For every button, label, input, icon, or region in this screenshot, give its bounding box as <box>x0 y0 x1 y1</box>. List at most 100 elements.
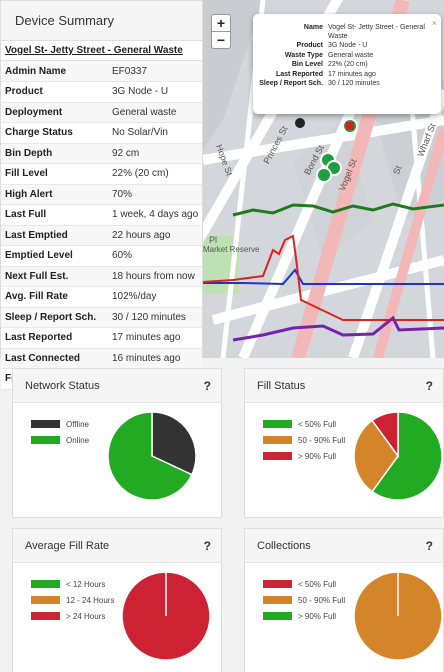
summary-row: Product 3G Node - U <box>1 81 202 103</box>
summary-row: High Alert 70% <box>1 184 202 205</box>
summary-row: Charge Status No Solar/Vin <box>1 122 202 144</box>
collections-legend: < 50% Full 50 - 90% Full > 90% Full <box>263 577 345 625</box>
popup-row: Sleep / Report Sch. 30 / 120 minutes <box>257 80 437 89</box>
popup-row-label: Bin Level <box>291 61 323 68</box>
summary-row: Last Emptied 22 hours ago <box>1 225 202 246</box>
summary-row-key: High Alert <box>1 184 109 205</box>
summary-row-value: 17 minutes ago <box>109 327 202 349</box>
summary-row-value: 22% (20 cm) <box>109 163 202 185</box>
legend-item[interactable]: < 50% Full <box>263 577 345 591</box>
summary-row: Fill Level 22% (20 cm) <box>1 163 202 185</box>
popup-row-value: 30 / 120 minutes <box>328 80 380 87</box>
summary-row-key: Admin Name <box>1 61 109 82</box>
device-name-link[interactable]: Vogel St- Jetty Street - General Waste <box>1 41 202 61</box>
summary-row-key: Avg. Fill Rate <box>1 286 109 308</box>
legend-item[interactable]: Offline <box>31 417 89 431</box>
map-label-market-reserve: Market Reserve <box>203 245 260 254</box>
summary-row-value: 70% <box>109 184 202 205</box>
summary-row-value: 16 minutes ago <box>109 348 202 369</box>
summary-row: Admin Name EF0337 <box>1 61 202 82</box>
summary-row: Sleep / Report Sch. 30 / 120 minutes <box>1 307 202 328</box>
summary-row-key: Product <box>1 81 109 103</box>
legend-item[interactable]: > 90% Full <box>263 609 345 623</box>
fill-status-legend: < 50% Full 50 - 90% Full > 90% Full <box>263 417 345 465</box>
average-fill-rate-card: Average Fill Rate? < 12 Hours 12 - 24 Hou… <box>12 528 222 672</box>
summary-row-key: Last Reported <box>1 327 109 349</box>
summary-row: Last Full 1 week, 4 days ago <box>1 204 202 226</box>
legend-item[interactable]: > 24 Hours <box>31 609 114 623</box>
legend-label: > 24 Hours <box>66 611 106 621</box>
legend-item[interactable]: 12 - 24 Hours <box>31 593 114 607</box>
popup-row-label: Waste Type <box>284 51 323 59</box>
average-fill-rate-legend: < 12 Hours 12 - 24 Hours > 24 Hours <box>31 577 114 625</box>
network-status-pie <box>107 411 197 501</box>
legend-swatch <box>263 436 292 444</box>
popup-row: Product 3G Node - U <box>257 42 437 51</box>
summary-row-value: 3G Node - U <box>109 81 202 103</box>
legend-label: > 90% Full <box>298 451 337 461</box>
summary-row-key: Bin Depth <box>1 143 109 164</box>
popup-row-value: 17 minutes ago <box>328 70 376 78</box>
summary-row-key: Emptied Level <box>1 245 109 267</box>
device-popup: × Name Vogel St- Jetty Street - General W… <box>253 14 441 114</box>
popup-row-label: Name <box>303 24 323 31</box>
legend-label: 12 - 24 Hours <box>66 595 115 605</box>
popup-row: Waste Type General waste <box>257 52 437 61</box>
legend-item[interactable]: < 50% Full <box>263 417 345 431</box>
fill-status-help-icon[interactable]: ? <box>426 369 433 403</box>
legend-label: > 90% Full <box>298 611 337 621</box>
legend-swatch <box>263 612 292 620</box>
legend-item[interactable]: > 90% Full <box>263 449 345 463</box>
legend-item[interactable]: 50 - 90% Full <box>263 593 345 607</box>
summary-row-value: 92 cm <box>109 143 202 164</box>
legend-swatch <box>263 580 292 588</box>
legend-item[interactable]: Online <box>31 433 89 447</box>
summary-row-value: EF0337 <box>109 61 202 82</box>
legend-swatch <box>263 420 292 428</box>
collections-pie <box>353 571 443 661</box>
summary-row: Bin Depth 92 cm <box>1 143 202 164</box>
zoom-in-button[interactable]: + <box>211 14 231 32</box>
summary-row-key: Deployment <box>1 102 109 123</box>
summary-row: Last Connected 16 minutes ago <box>1 348 202 369</box>
legend-swatch <box>31 612 60 620</box>
summary-row: Emptied Level 60% <box>1 245 202 267</box>
summary-row-key: Last Full <box>1 204 109 226</box>
popup-row-value: 22% (20 cm) <box>328 61 368 68</box>
legend-item[interactable]: 50 - 90% Full <box>263 433 345 447</box>
legend-swatch <box>31 596 60 604</box>
summary-row: Last Reported 17 minutes ago <box>1 327 202 349</box>
summary-row-value: 60% <box>109 245 202 267</box>
summary-row-key: Last Connected <box>1 348 109 369</box>
average-fill-rate-title: Average Fill Rate <box>25 540 110 552</box>
legend-label: < 50% Full <box>298 579 337 589</box>
device-summary-title: Device Summary <box>1 1 202 41</box>
fill-status-card: Fill Status? < 50% Full 50 - 90% Full > 90… <box>244 368 444 518</box>
legend-swatch <box>31 420 60 428</box>
average-fill-rate-help-icon[interactable]: ? <box>204 529 211 563</box>
popup-row: Name Vogel St- Jetty Street - General Was… <box>257 24 437 41</box>
device-map[interactable]: Pl Market Reserve Hope St Princes St Bon… <box>203 0 444 358</box>
summary-row: Next Full Est. 18 hours from now <box>1 266 202 287</box>
legend-swatch <box>31 580 60 588</box>
network-status-legend: Offline Online <box>31 417 89 449</box>
network-status-help-icon[interactable]: ? <box>204 369 211 403</box>
collections-help-icon[interactable]: ? <box>426 529 433 563</box>
summary-row-key: Charge Status <box>1 122 109 144</box>
legend-swatch <box>31 436 60 444</box>
zoom-out-button[interactable]: − <box>211 31 231 49</box>
popup-row-label: Product <box>296 42 323 49</box>
legend-label: Offline <box>66 419 89 429</box>
average-fill-rate-pie <box>121 571 211 661</box>
popup-row-value: 3G Node - U <box>328 42 368 49</box>
popup-close-icon[interactable]: × <box>432 18 437 28</box>
collections-card: Collections? < 50% Full 50 - 90% Full > 90… <box>244 528 444 672</box>
summary-row-key: Sleep / Report Sch. <box>1 307 109 328</box>
summary-row-value: 30 / 120 minutes <box>109 307 202 328</box>
network-status-card: Network Status? Offline Online <box>12 368 222 518</box>
summary-row-value: 102%/day <box>109 286 202 308</box>
popup-row-value: Vogel St- Jetty Street - General Waste <box>328 24 425 40</box>
legend-item[interactable]: < 12 Hours <box>31 577 114 591</box>
collections-title: Collections <box>257 540 311 552</box>
legend-label: 50 - 90% Full <box>298 435 346 445</box>
